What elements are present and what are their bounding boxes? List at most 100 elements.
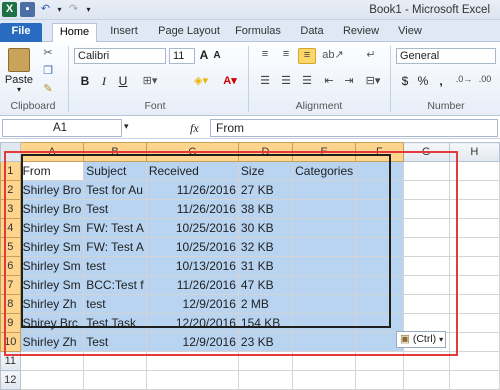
cell[interactable] [402,199,450,219]
row-header[interactable]: 1 [0,161,21,181]
row-header[interactable]: 3 [0,199,21,219]
cell[interactable] [402,275,450,295]
cell[interactable] [19,370,85,390]
tab-formulas[interactable]: Formulas [232,23,284,42]
cell[interactable]: 31 KB [237,256,294,276]
cell[interactable] [448,351,500,371]
borders-icon[interactable]: ⊞▾ [138,74,162,90]
cell[interactable] [292,370,357,390]
cell[interactable]: Shirley Zh [19,294,85,314]
column-header[interactable]: H [448,142,500,162]
number-format-combo[interactable]: General [396,48,496,64]
orientation-icon[interactable]: ab↗ [322,48,344,64]
cell[interactable] [292,351,357,371]
cell[interactable]: FW: Test A [83,218,147,238]
cell[interactable] [355,180,404,200]
cell[interactable]: test [83,294,147,314]
cell[interactable]: 12/9/2016 [145,294,239,314]
cell[interactable] [355,161,404,181]
paste-options-button[interactable]: ▣ (Ctrl) ▾ [396,331,446,348]
cell[interactable] [448,237,500,257]
cell[interactable]: 38 KB [237,199,294,219]
cell-a1[interactable]: From [19,161,85,181]
cell[interactable] [448,332,500,352]
comma-button[interactable]: , [434,74,448,90]
cell[interactable]: Test [83,199,147,219]
tab-page-layout[interactable]: Page Layout [154,23,224,42]
tab-view[interactable]: View [394,23,426,42]
cell[interactable]: 47 KB [237,275,294,295]
cell[interactable] [355,313,404,333]
cell[interactable] [145,370,239,390]
cell[interactable] [355,199,404,219]
cell[interactable] [448,180,500,200]
row-header[interactable]: 5 [0,237,21,257]
formula-input[interactable]: From [210,119,498,137]
redo-icon[interactable]: ↷ [66,2,81,17]
cell[interactable] [237,351,294,371]
cell[interactable] [19,351,85,371]
cell[interactable]: 27 KB [237,180,294,200]
cell[interactable]: 10/25/2016 [145,218,239,238]
cell[interactable] [402,180,450,200]
align-center-icon[interactable]: ☰ [277,74,295,90]
fill-color-icon[interactable]: ◈▾ [189,74,213,90]
row-header[interactable]: 7 [0,275,21,295]
cell[interactable]: Shirley Zh [19,332,85,352]
cell[interactable] [402,313,450,333]
undo-dropdown-icon[interactable]: ▾ [56,2,63,17]
cell[interactable]: Shirley Sm [19,237,85,257]
font-size-combo[interactable]: 11 [169,48,195,64]
tab-data[interactable]: Data [296,23,328,42]
cell[interactable]: 11/26/2016 [145,275,239,295]
italic-button[interactable]: I [97,74,111,90]
cell[interactable]: 11/26/2016 [145,199,239,219]
cell[interactable] [355,370,404,390]
column-header[interactable]: F [355,142,404,162]
cell[interactable] [292,294,357,314]
tab-insert[interactable]: Insert [104,23,144,42]
cell[interactable]: BCC:Test f [83,275,147,295]
grow-font-icon[interactable]: A [198,48,210,64]
select-all-corner[interactable] [0,142,21,162]
cell[interactable] [355,351,404,371]
cell[interactable] [402,218,450,238]
cell[interactable]: 11/26/2016 [145,180,239,200]
tab-home[interactable]: Home [52,23,97,42]
cell[interactable] [448,199,500,219]
row-header[interactable]: 9 [0,313,21,333]
bold-button[interactable]: B [78,74,92,90]
underline-button[interactable]: U [116,74,130,90]
row-header[interactable]: 4 [0,218,21,238]
cell[interactable]: 154 KB [237,313,294,333]
align-middle-icon[interactable]: ≡ [277,48,295,64]
insert-function-icon[interactable]: fx [190,121,199,136]
merge-center-icon[interactable]: ⊟▾ [362,74,384,90]
shrink-font-icon[interactable]: A [211,50,223,64]
cell[interactable]: Subject [83,161,147,181]
cell[interactable] [402,237,450,257]
align-right-icon[interactable]: ☰ [298,74,316,90]
wrap-text-icon[interactable]: ↵ [362,48,380,64]
cell[interactable] [292,313,357,333]
cell[interactable]: Size [237,161,294,181]
undo-icon[interactable]: ↶ [38,2,53,17]
percent-button[interactable]: % [416,74,430,90]
row-header[interactable]: 12 [0,370,21,390]
cell[interactable]: 30 KB [237,218,294,238]
copy-icon[interactable]: ❐ [40,64,56,78]
cell[interactable]: 10/13/2016 [145,256,239,276]
cut-icon[interactable]: ✂ [40,46,56,60]
cell[interactable] [292,332,357,352]
cell[interactable] [448,313,500,333]
name-box-dropdown-icon[interactable]: ▾ [124,121,129,132]
font-name-combo[interactable]: Calibri [74,48,166,64]
cell[interactable]: Shirley Bro [19,180,85,200]
cell[interactable] [292,275,357,295]
cell[interactable]: 10/25/2016 [145,237,239,257]
increase-decimal-icon[interactable]: .0→ [455,74,473,90]
cell[interactable] [355,275,404,295]
row-header[interactable]: 11 [0,351,21,371]
cell[interactable]: Test Task [83,313,147,333]
cell[interactable]: Test for Au [83,180,147,200]
